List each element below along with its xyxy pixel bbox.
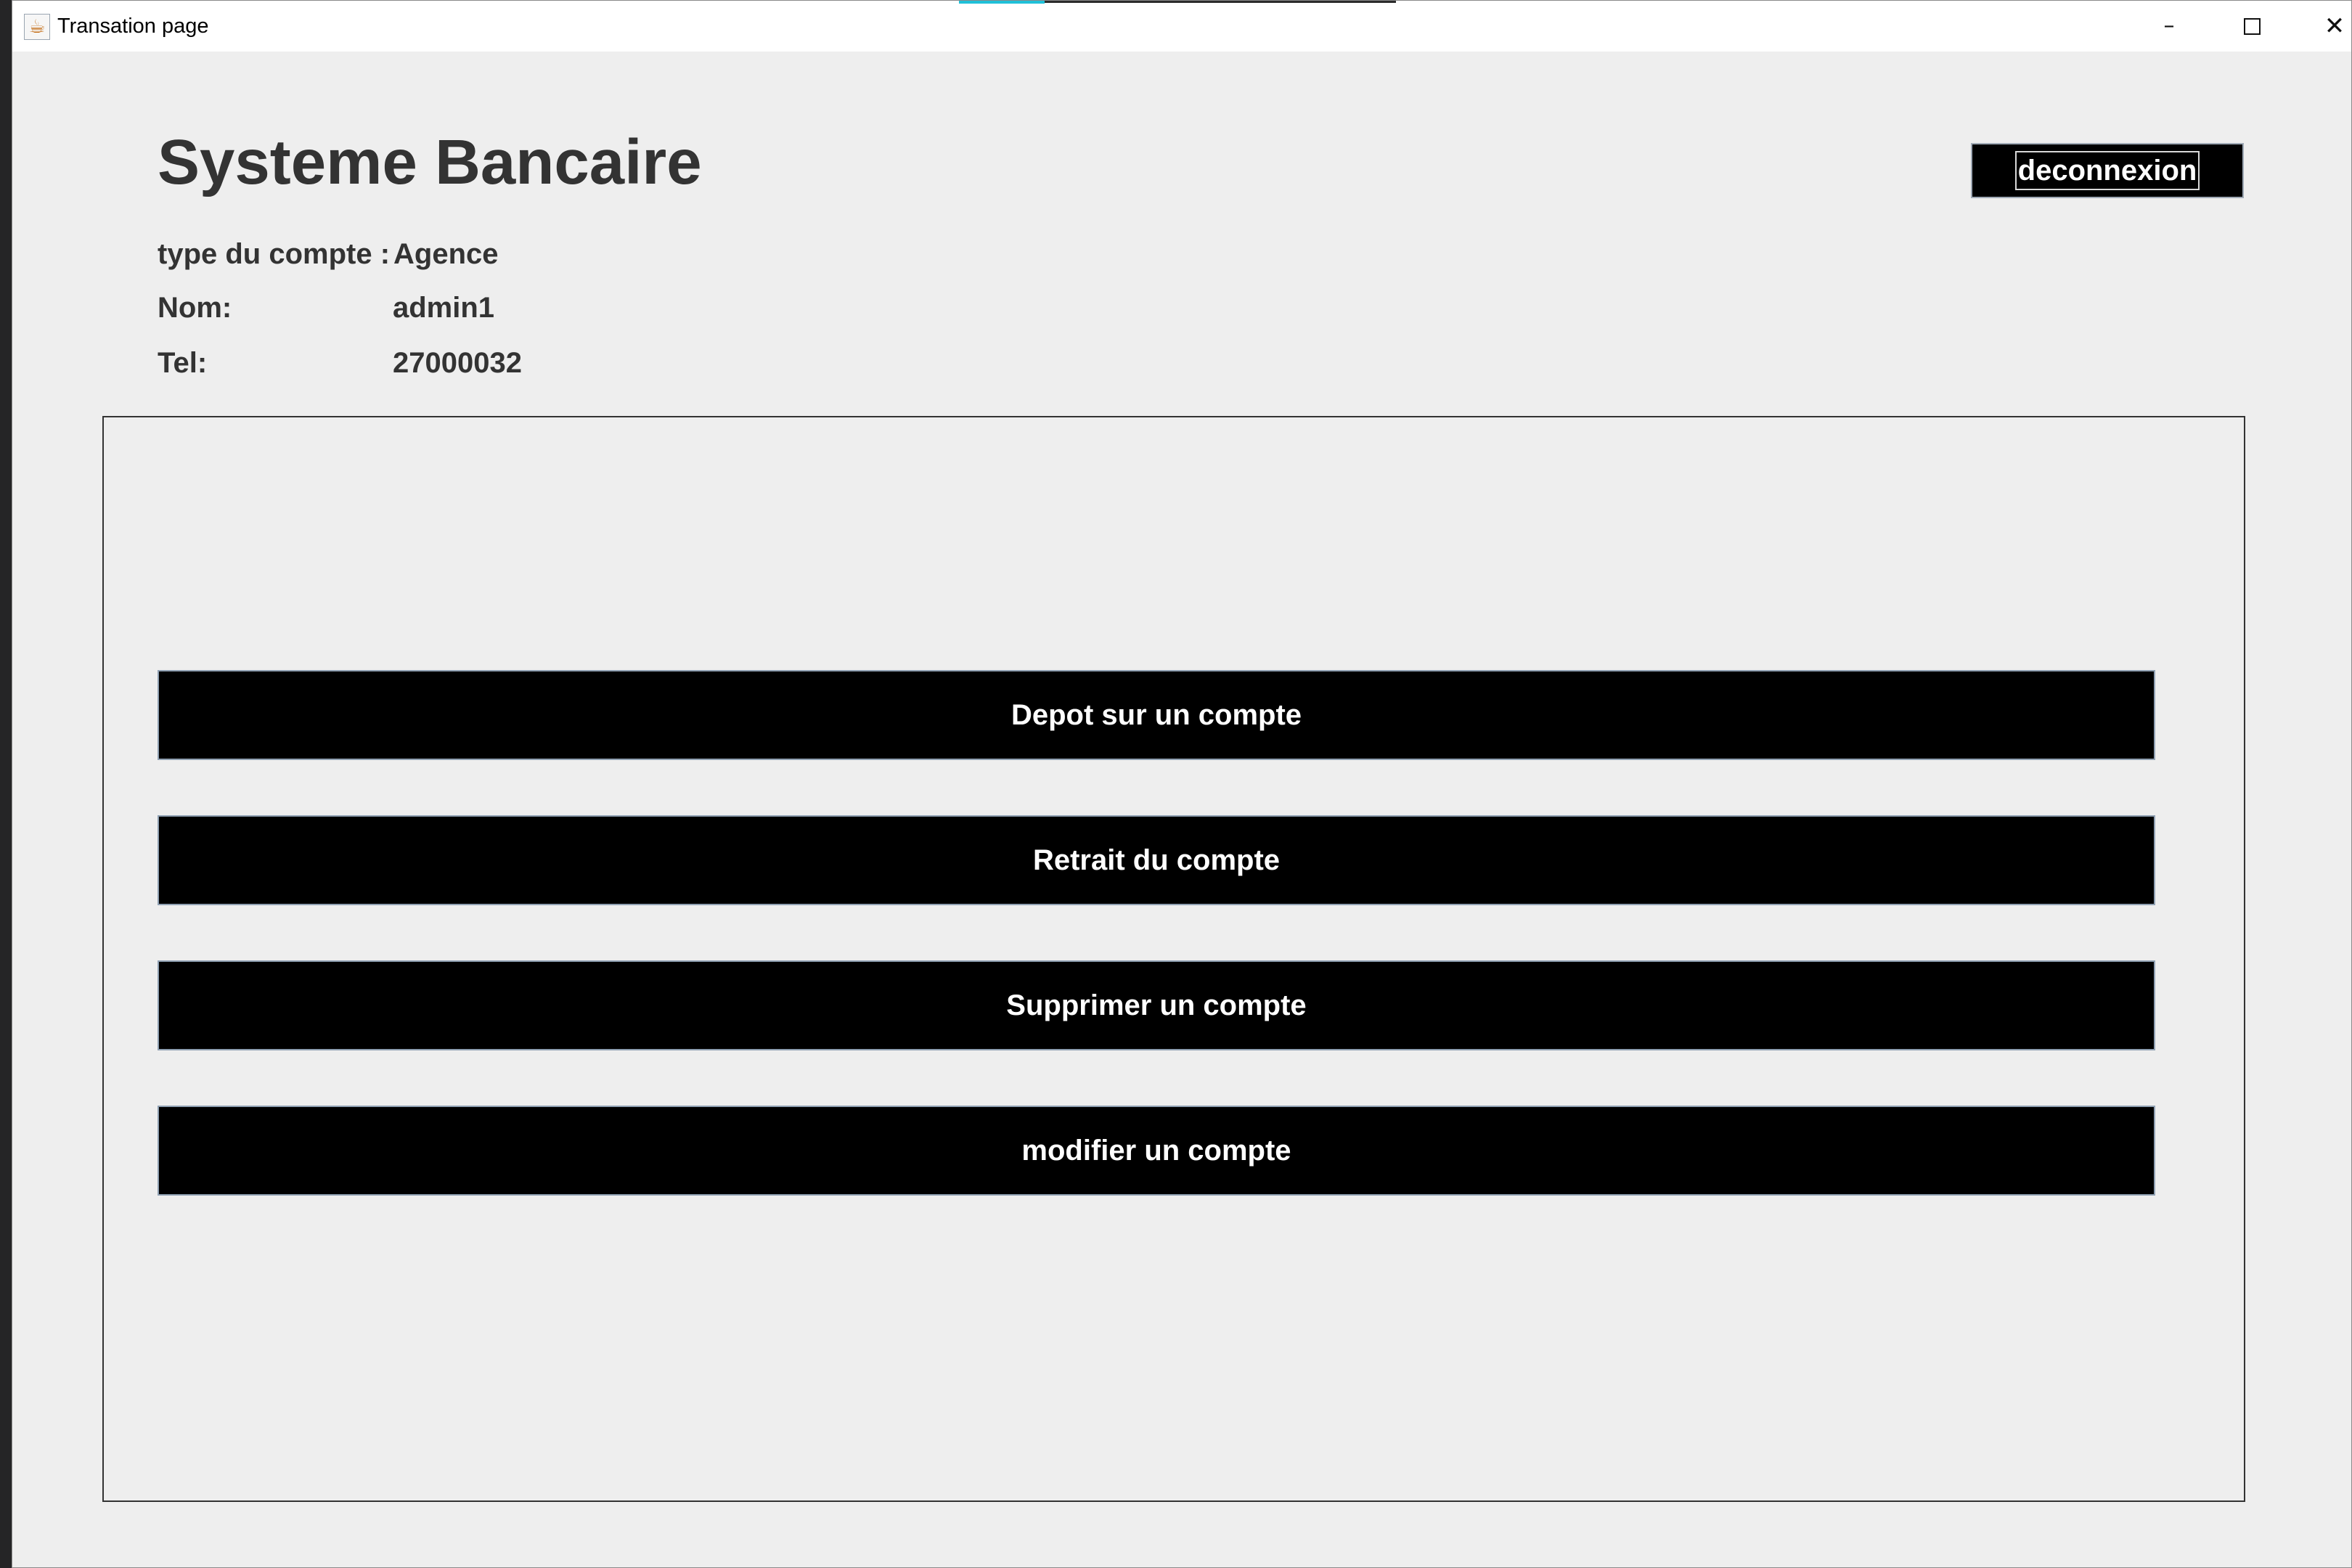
java-cup-icon: ☕ xyxy=(24,14,50,40)
tel-label: Tel: xyxy=(158,347,208,379)
close-button[interactable]: ✕ xyxy=(2293,1,2352,52)
window-edge-strip xyxy=(1045,1,1396,3)
edit-account-button[interactable]: modifier un compte xyxy=(158,1106,2155,1196)
title-bar: ☕ Transation page – ✕ xyxy=(12,1,2351,52)
actions-panel xyxy=(102,416,2245,1502)
name-label: Nom: xyxy=(158,292,232,324)
account-type-value: Agence xyxy=(393,238,499,270)
logout-button[interactable]: deconnexion xyxy=(1971,143,2244,198)
logout-button-label: deconnexion xyxy=(2014,151,2200,190)
tel-value: 27000032 xyxy=(393,347,522,379)
maximize-icon xyxy=(2243,18,2261,35)
background-editor-edge xyxy=(0,0,12,1568)
app-window: ☕ Transation page – ✕ Systeme Bancaire d… xyxy=(12,0,2352,1568)
page-title: Systeme Bancaire xyxy=(158,127,702,197)
window-accent-strip xyxy=(959,1,1045,4)
name-value: admin1 xyxy=(393,292,495,324)
maximize-button[interactable] xyxy=(2210,1,2293,52)
delete-account-button[interactable]: Supprimer un compte xyxy=(158,960,2155,1050)
minimize-button[interactable]: – xyxy=(2128,1,2210,52)
window-title: Transation page xyxy=(57,15,209,38)
account-type-label: type du compte : xyxy=(158,238,391,270)
withdraw-button[interactable]: Retrait du compte xyxy=(158,815,2155,905)
deposit-button[interactable]: Depot sur un compte xyxy=(158,670,2155,760)
